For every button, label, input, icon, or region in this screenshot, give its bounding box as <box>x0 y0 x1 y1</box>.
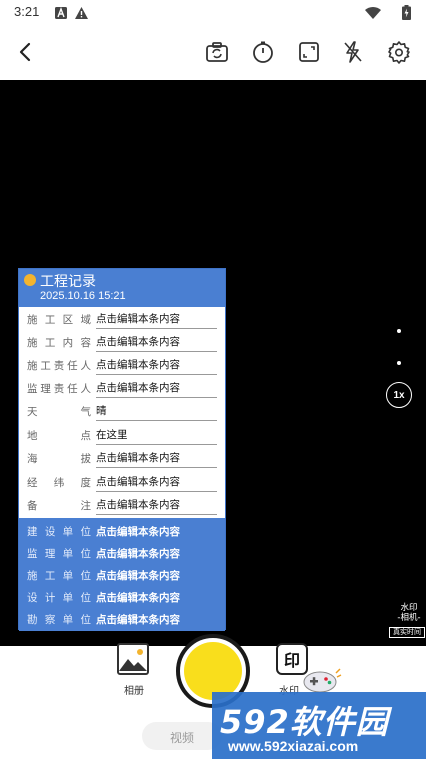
unit-value[interactable]: 点击编辑本条内容 <box>96 590 180 605</box>
zoom-dot-indicator[interactable] <box>397 361 401 365</box>
unit-label: 施工单位 <box>27 570 91 582</box>
album-icon <box>119 649 147 671</box>
watermark-card[interactable]: 工程记录 2025.10.16 15:21 施工区域 点击编辑本条内容 施工内容… <box>18 268 226 631</box>
unit-row[interactable]: 设计单位 点击编辑本条内容 <box>19 586 225 608</box>
real-time-badge: 真实时间 <box>389 627 425 638</box>
album-label: 相册 <box>124 686 144 697</box>
watermark-row[interactable]: 海拔 点击编辑本条内容 <box>19 446 225 469</box>
battery-charging-icon <box>402 5 411 24</box>
unit-row[interactable]: 建设单位 点击编辑本条内容 <box>19 520 225 542</box>
album-button[interactable] <box>117 643 149 675</box>
row-label: 施工责任人 <box>27 360 91 372</box>
row-label: 备注 <box>27 500 91 512</box>
row-value[interactable]: 点击编辑本条内容 <box>96 450 217 468</box>
wifi-icon <box>364 5 382 24</box>
row-value[interactable]: 点击编辑本条内容 <box>96 334 217 352</box>
camera-toolbar <box>0 26 426 80</box>
camera-flip-icon[interactable] <box>203 38 231 66</box>
watermark-units-section: 建设单位 点击编辑本条内容 监理单位 点击编辑本条内容 施工单位 点击编辑本条内… <box>19 518 225 631</box>
watermark-row[interactable]: 施工内容 点击编辑本条内容 <box>19 330 225 353</box>
row-label: 施工内容 <box>27 337 91 349</box>
unit-row[interactable]: 施工单位 点击编辑本条内容 <box>19 564 225 586</box>
watermark-camera-tag: 水印 -相机- <box>392 603 426 623</box>
unit-value[interactable]: 点击编辑本条内容 <box>96 568 180 583</box>
row-value[interactable]: 点击编辑本条内容 <box>96 474 217 492</box>
row-label: 天气 <box>27 406 91 418</box>
row-value[interactable]: 点击编辑本条内容 <box>96 311 217 329</box>
timer-icon[interactable] <box>249 38 277 66</box>
watermark-row[interactable]: 经纬度 点击编辑本条内容 <box>19 470 225 493</box>
row-value[interactable]: 点击编辑本条内容 <box>96 497 217 515</box>
row-label: 监理责任人 <box>27 383 91 395</box>
status-bar: 3:21 <box>0 0 426 26</box>
notification-a-icon <box>54 5 68 24</box>
site-watermark-overlay: 592软件园 www.592xiazai.com <box>212 692 426 759</box>
watermark-row[interactable]: 施工责任人 点击编辑本条内容 <box>19 353 225 376</box>
gamepad-icon <box>300 667 342 695</box>
zoom-dot-indicator[interactable] <box>397 329 401 333</box>
back-arrow-icon[interactable] <box>12 38 40 66</box>
unit-value[interactable]: 点击编辑本条内容 <box>96 612 180 627</box>
unit-row[interactable]: 勘察单位 点击编辑本条内容 <box>19 608 225 630</box>
watermark-row[interactable]: 天气 晴 <box>19 399 225 422</box>
video-mode-label[interactable]: 视频 <box>170 729 194 746</box>
unit-label: 勘察单位 <box>27 614 91 626</box>
watermark-header: 工程记录 2025.10.16 15:21 <box>19 269 225 307</box>
row-value[interactable]: 点击编辑本条内容 <box>96 357 217 375</box>
watermark-datetime: 2025.10.16 15:21 <box>40 290 126 302</box>
row-value[interactable]: 晴 <box>96 403 217 421</box>
site-watermark-url: www.592xiazai.com <box>228 738 359 754</box>
row-value[interactable]: 在这里 <box>96 427 217 445</box>
watermark-row[interactable]: 施工区域 点击编辑本条内容 <box>19 307 225 330</box>
warning-icon <box>74 5 89 24</box>
watermark-title: 工程记录 <box>40 274 96 290</box>
row-label: 地点 <box>27 430 91 442</box>
flash-off-icon[interactable] <box>339 38 367 66</box>
status-time: 3:21 <box>14 4 40 19</box>
watermark-row[interactable]: 监理责任人 点击编辑本条内容 <box>19 376 225 399</box>
location-pin-icon <box>24 274 36 286</box>
row-label: 施工区域 <box>27 314 91 326</box>
row-label: 海拔 <box>27 453 91 465</box>
watermark-row[interactable]: 地点 在这里 <box>19 423 225 446</box>
row-label: 经纬度 <box>27 477 91 489</box>
unit-label: 设计单位 <box>27 592 91 604</box>
unit-row[interactable]: 监理单位 点击编辑本条内容 <box>19 542 225 564</box>
row-value[interactable]: 点击编辑本条内容 <box>96 380 217 398</box>
aspect-ratio-icon[interactable] <box>295 38 323 66</box>
unit-label: 建设单位 <box>27 526 91 538</box>
unit-value[interactable]: 点击编辑本条内容 <box>96 524 180 539</box>
tag-line2: -相机- <box>397 613 421 623</box>
unit-label: 监理单位 <box>27 548 91 560</box>
settings-gear-icon[interactable] <box>385 38 413 66</box>
watermark-row[interactable]: 备注 点击编辑本条内容 <box>19 493 225 516</box>
unit-value[interactable]: 点击编辑本条内容 <box>96 546 180 561</box>
zoom-level-button[interactable]: 1x <box>386 382 412 408</box>
site-watermark-logo: 592软件园 <box>220 703 389 741</box>
tag-line1: 水印 <box>400 603 418 613</box>
